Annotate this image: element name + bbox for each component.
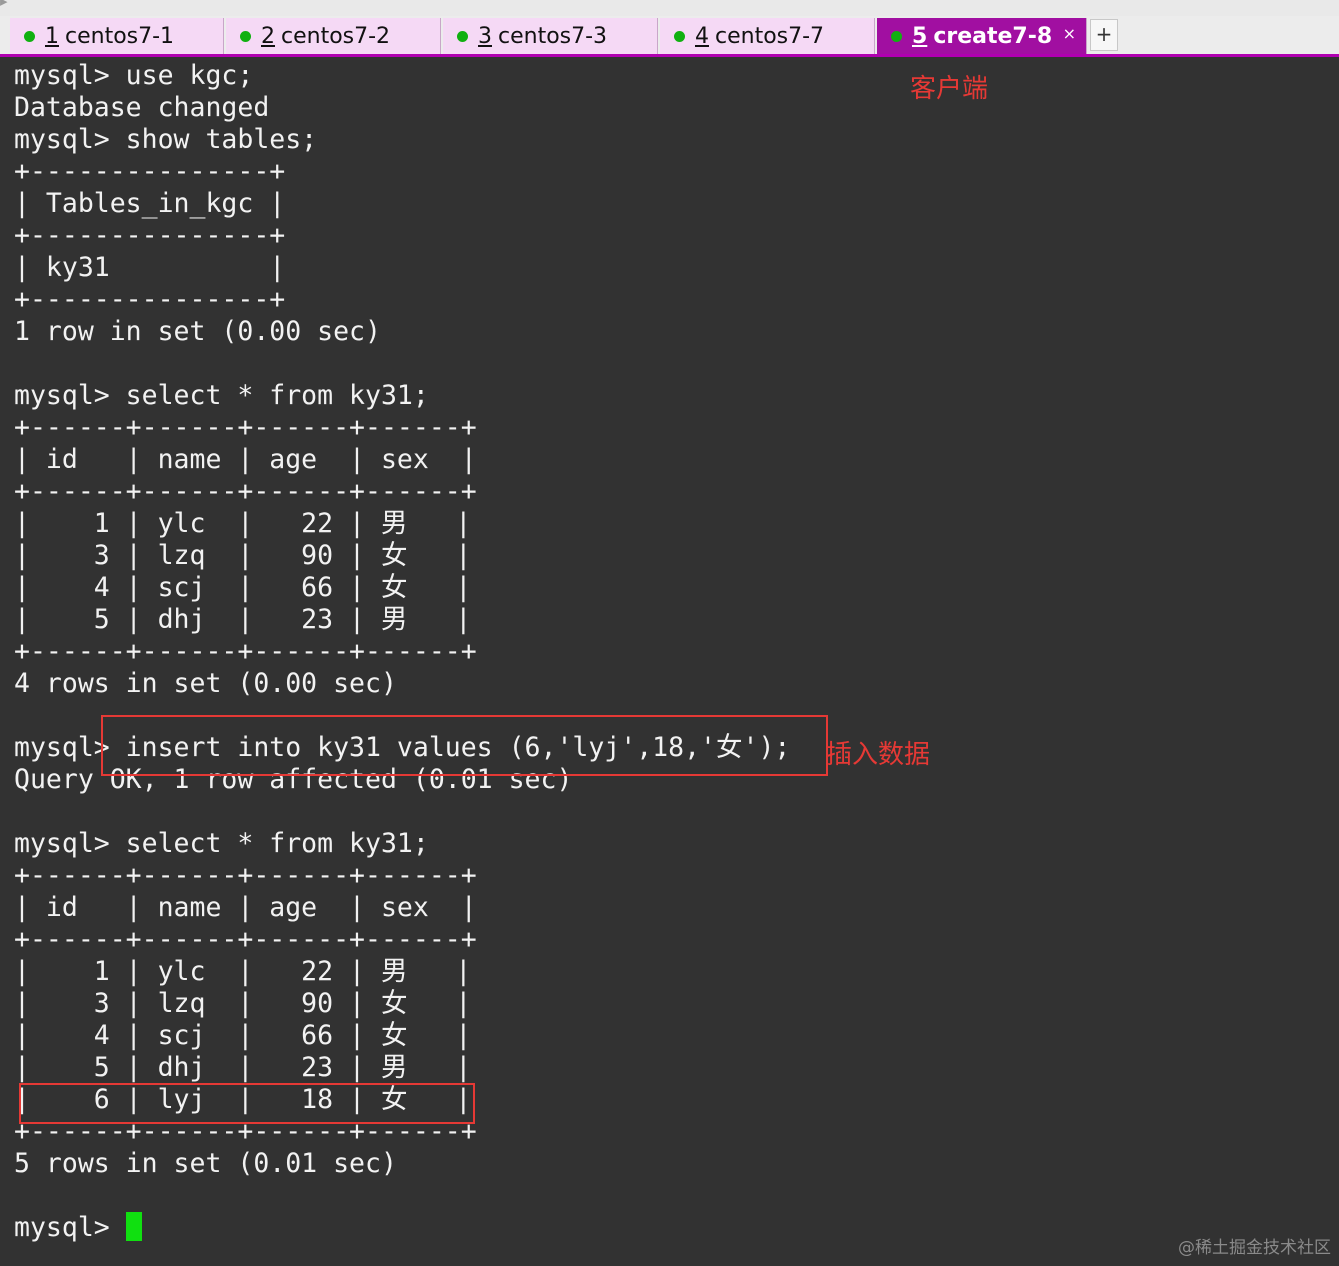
terminal-line: | id | name | age | sex | — [14, 444, 477, 475]
tab-title: create7-8 — [933, 23, 1053, 49]
terminal-line: mysql> show tables; — [14, 124, 318, 155]
tab-number: 1 — [45, 23, 59, 49]
connected-status-icon — [240, 30, 251, 42]
new-row-highlight-box — [19, 1083, 475, 1124]
tab-title: centos7-7 — [715, 23, 825, 49]
session-tab-bar: 1 centos7-1 2 centos7-2 3 centos7-3 4 ce… — [0, 16, 1339, 57]
tab-number: 3 — [478, 23, 492, 49]
terminal-line: +---------------+ — [14, 284, 286, 315]
new-tab-button[interactable]: + — [1090, 19, 1118, 51]
watermark: @稀土掘金技术社区 — [1178, 1238, 1331, 1258]
terminal-line: mysql> select * from ky31; — [14, 828, 429, 859]
window-title-strip: ▸ — [0, 0, 1339, 16]
insert-highlight-box — [101, 715, 828, 776]
terminal-line: | 5 | dhj | 23 | 男 | — [14, 1052, 472, 1083]
connected-status-icon — [891, 30, 902, 42]
terminal-line: | 1 | ylc | 22 | 男 | — [14, 956, 472, 987]
terminal-output[interactable]: mysql> use kgc; Database changed mysql> sh… — [14, 60, 790, 1244]
terminal-line: | ky31 | — [14, 252, 286, 283]
terminal-prompt-line: mysql> — [14, 1212, 790, 1244]
terminal-line: 4 rows in set (0.00 sec) — [14, 668, 397, 699]
terminal-line: | 5 | dhj | 23 | 男 | — [14, 604, 472, 635]
terminal-line: | 1 | ylc | 22 | 男 | — [14, 508, 472, 539]
tab-centos7-1[interactable]: 1 centos7-1 — [10, 18, 224, 54]
terminal-line: +------+------+------+------+ — [14, 476, 477, 507]
terminal-line: mysql> use kgc; — [14, 60, 254, 91]
terminal-line: 5 rows in set (0.01 sec) — [14, 1148, 397, 1179]
tab-number: 5 — [912, 23, 928, 49]
terminal-line: | id | name | age | sex | — [14, 892, 477, 923]
tab-title: centos7-1 — [65, 23, 175, 49]
terminal-line: 1 row in set (0.00 sec) — [14, 316, 381, 347]
tab-centos7-2[interactable]: 2 centos7-2 — [226, 18, 441, 54]
terminal-line: | 3 | lzq | 90 | 女 | — [14, 540, 472, 571]
insert-annotation: 插入数据 — [826, 740, 931, 770]
close-icon[interactable]: × — [1063, 24, 1076, 43]
terminal-line: Database changed — [14, 92, 270, 123]
client-annotation: 客户端 — [910, 74, 989, 104]
terminal-line: +------+------+------+------+ — [14, 860, 477, 891]
terminal-line: +---------------+ — [14, 156, 286, 187]
connected-status-icon — [457, 30, 468, 42]
tab-number: 2 — [261, 23, 275, 49]
terminal-line: +------+------+------+------+ — [14, 924, 477, 955]
terminal-line: +---------------+ — [14, 220, 286, 251]
tab-centos7-7[interactable]: 4 centos7-7 — [660, 18, 875, 54]
connected-status-icon — [24, 30, 35, 42]
tab-number: 4 — [695, 23, 709, 49]
cursor-icon — [125, 1212, 142, 1241]
tab-title: centos7-3 — [498, 23, 608, 49]
terminal-line: | 4 | scj | 66 | 女 | — [14, 1020, 472, 1051]
connected-status-icon — [674, 30, 685, 42]
terminal-line: +------+------+------+------+ — [14, 636, 477, 667]
terminal-line: | Tables_in_kgc | — [14, 188, 286, 219]
terminal-line: | 4 | scj | 66 | 女 | — [14, 572, 472, 603]
prompt: mysql> — [14, 1212, 126, 1243]
blurred-title-text: ▸ — [0, 0, 8, 10]
terminal-line: +------+------+------+------+ — [14, 412, 477, 443]
terminal-line: | 3 | lzq | 90 | 女 | — [14, 988, 472, 1019]
tab-create7-8[interactable]: 5 create7-8 × — [877, 18, 1087, 54]
terminal-line: mysql> select * from ky31; — [14, 380, 429, 411]
tab-centos7-3[interactable]: 3 centos7-3 — [443, 18, 658, 54]
tab-title: centos7-2 — [281, 23, 391, 49]
